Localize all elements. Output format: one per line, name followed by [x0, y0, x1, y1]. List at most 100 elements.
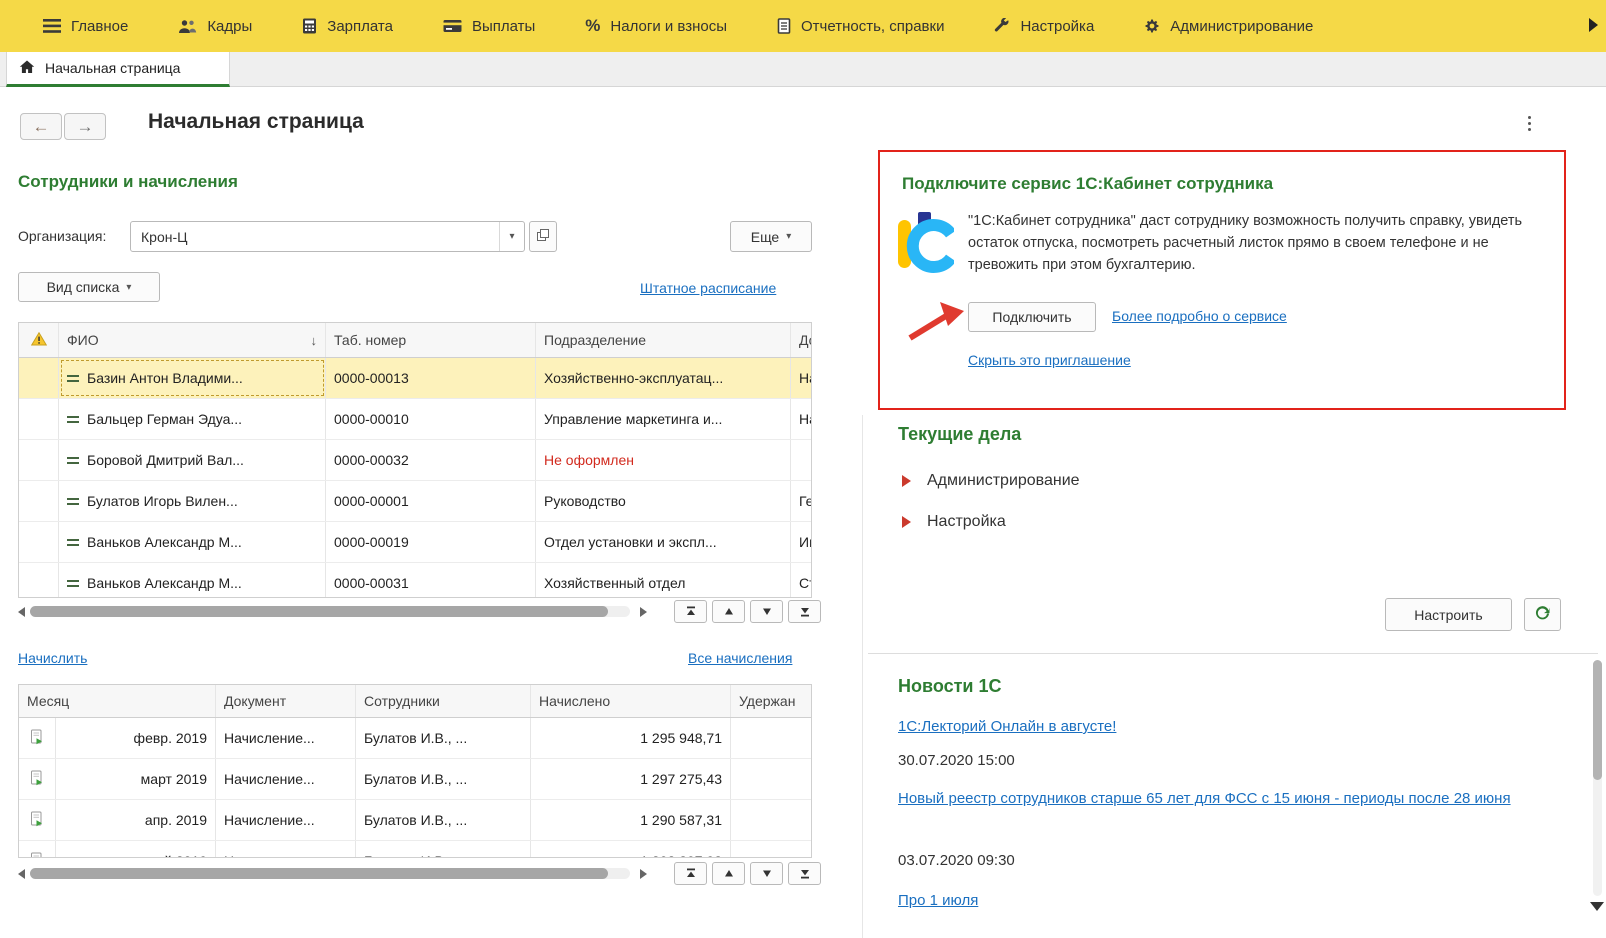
employee-number: 0000-00019 — [334, 534, 409, 550]
go-up-button[interactable] — [712, 600, 745, 623]
service-details-link[interactable]: Более подробно о сервисе — [1112, 308, 1287, 324]
table-row[interactable]: Боровой Дмитрий Вал... 0000-00032 Не офо… — [19, 440, 811, 481]
menu-scroll-right-icon[interactable] — [1589, 18, 1598, 32]
todo-item-administrirovanie[interactable]: Администрирование — [902, 472, 1080, 490]
scroll-right-icon[interactable] — [640, 869, 647, 879]
go-last-button[interactable] — [788, 862, 821, 885]
header-department-label: Подразделение — [544, 332, 647, 348]
go-up-button[interactable] — [712, 862, 745, 885]
chevron-down-icon: ▾ — [126, 281, 132, 293]
section-divider — [868, 653, 1598, 654]
accruals-hscrollbar[interactable] — [30, 868, 630, 879]
table-row[interactable]: Булатов Игорь Вилен... 0000-00001 Руково… — [19, 481, 811, 522]
header-tab-number-label: Таб. номер — [334, 332, 407, 348]
table-row[interactable]: апр. 2019 Начисление... Булатов И.В., ..… — [19, 800, 811, 841]
table-row[interactable]: Ваньков Александр М... 0000-00019 Отдел … — [19, 522, 811, 563]
employees-hscrollbar[interactable] — [30, 606, 630, 617]
news-section-title: Новости 1С — [898, 676, 1002, 696]
menu-item-label: Администрирование — [1170, 17, 1314, 35]
header-tab-number[interactable]: Таб. номер — [326, 323, 536, 357]
warning-column-header[interactable] — [19, 323, 59, 357]
go-down-button[interactable] — [750, 600, 783, 623]
menu-item-main[interactable]: Главное — [18, 0, 153, 52]
card-icon — [443, 19, 462, 33]
table-row[interactable]: Бальцер Герман Эдуа... 0000-00010 Управл… — [19, 399, 811, 440]
document-icon-cell — [19, 800, 56, 840]
go-first-button[interactable] — [674, 600, 707, 623]
scrollbar-thumb[interactable] — [30, 606, 608, 617]
table-row[interactable]: февр. 2019 Начисление... Булатов И.В., .… — [19, 718, 811, 759]
annotation-arrow-icon — [906, 298, 968, 347]
header-accrued[interactable]: Начислено — [531, 685, 731, 717]
accrual-withheld-cell — [731, 800, 811, 840]
todo-item-nastroyka[interactable]: Настройка — [902, 513, 1006, 531]
header-position[interactable]: До — [791, 323, 811, 357]
combobox-dropdown-button[interactable]: ▾ — [499, 222, 524, 251]
scroll-right-icon[interactable] — [640, 607, 647, 617]
table-row[interactable]: март 2019 Начисление... Булатов И.В., ..… — [19, 759, 811, 800]
go-first-button[interactable] — [674, 862, 707, 885]
history-forward-button[interactable]: → — [64, 113, 106, 140]
view-list-button[interactable]: Вид списка ▾ — [18, 272, 160, 302]
warning-icon — [30, 331, 47, 349]
employee-state-icon — [67, 456, 79, 459]
header-employees[interactable]: Сотрудники — [356, 685, 531, 717]
scroll-down-icon[interactable] — [1590, 902, 1604, 911]
accrual-month-cell: май 2019 — [56, 841, 216, 857]
history-back-button[interactable]: ← — [20, 113, 62, 140]
go-down-button[interactable] — [750, 862, 783, 885]
employee-position: На — [799, 370, 811, 386]
menu-item-label: Кадры — [207, 17, 253, 35]
menu-item-kadry[interactable]: Кадры — [153, 0, 277, 52]
menu-item-otchetnost[interactable]: Отчетность, справки — [752, 0, 969, 52]
news-date: 30.07.2020 15:00 — [898, 752, 1015, 769]
employee-name-cell: Ваньков Александр М... — [59, 522, 326, 562]
news-link[interactable]: 1С:Лекторий Онлайн в августе! — [898, 716, 1116, 738]
row-warning-cell — [19, 399, 59, 439]
go-last-button[interactable] — [788, 600, 821, 623]
accrue-link[interactable]: Начислить — [18, 650, 87, 666]
scrollbar-thumb[interactable] — [1593, 660, 1602, 780]
all-accruals-link[interactable]: Все начисления — [688, 650, 792, 666]
accrual-document-cell: Начисление... — [216, 841, 356, 857]
header-withheld[interactable]: Удержан — [731, 685, 811, 717]
employee-number-cell: 0000-00019 — [326, 522, 536, 562]
menu-item-nalogi[interactable]: % Налоги и взносы — [560, 0, 752, 52]
table-row[interactable]: май 2019 Начисление... Булатов И.В... 1 … — [19, 841, 811, 857]
scroll-left-icon[interactable] — [18, 607, 25, 617]
header-fio[interactable]: ФИО ↓ — [59, 323, 326, 357]
refresh-icon — [1534, 605, 1551, 625]
accrual-employees: Булатов И.В., ... — [364, 771, 468, 787]
news-vscrollbar[interactable] — [1593, 660, 1602, 896]
accrual-document: Начисление... — [224, 771, 315, 787]
header-document[interactable]: Документ — [216, 685, 356, 717]
hide-invitation-link[interactable]: Скрыть это приглашение — [968, 352, 1131, 368]
row-warning-cell — [19, 563, 59, 597]
staffing-schedule-link[interactable]: Штатное расписание — [640, 280, 776, 296]
tab-home[interactable]: Начальная страница — [6, 52, 230, 87]
menu-item-administrirovanie[interactable]: Администрирование — [1119, 0, 1338, 52]
menu-item-zarplata[interactable]: Зарплата — [277, 0, 418, 52]
employee-department-cell: Хозяйственный отдел — [536, 563, 791, 597]
table-row[interactable]: Базин Антон Владими... 0000-00013 Хозяйс… — [19, 358, 811, 399]
scrollbar-thumb[interactable] — [30, 868, 608, 879]
header-department[interactable]: Подразделение — [536, 323, 791, 357]
menu-item-nastroyka[interactable]: Настройка — [969, 0, 1119, 52]
configure-button[interactable]: Настроить — [1385, 598, 1512, 631]
1c-cabinet-logo-icon — [898, 210, 956, 283]
document-icon-cell — [19, 718, 56, 758]
news-link[interactable]: Про 1 июля — [898, 890, 978, 912]
organization-combobox[interactable]: Крон-Ц ▾ — [130, 221, 525, 252]
table-row[interactable]: Ваньков Александр М... 0000-00031 Хозяйс… — [19, 563, 811, 597]
connect-button[interactable]: Подключить — [968, 302, 1096, 332]
organization-choose-button[interactable] — [529, 221, 557, 252]
header-month[interactable]: Месяц — [19, 685, 216, 717]
page-menu-button[interactable] — [1520, 113, 1538, 137]
menu-item-vyplaty[interactable]: Выплаты — [418, 0, 560, 52]
employee-position: Ге — [799, 493, 811, 509]
row-warning-cell — [19, 481, 59, 521]
more-button[interactable]: Еще ▾ — [730, 221, 812, 252]
scroll-left-icon[interactable] — [18, 869, 25, 879]
news-link[interactable]: Новый реестр сотрудников старше 65 лет д… — [898, 788, 1586, 810]
refresh-button[interactable] — [1524, 598, 1561, 631]
